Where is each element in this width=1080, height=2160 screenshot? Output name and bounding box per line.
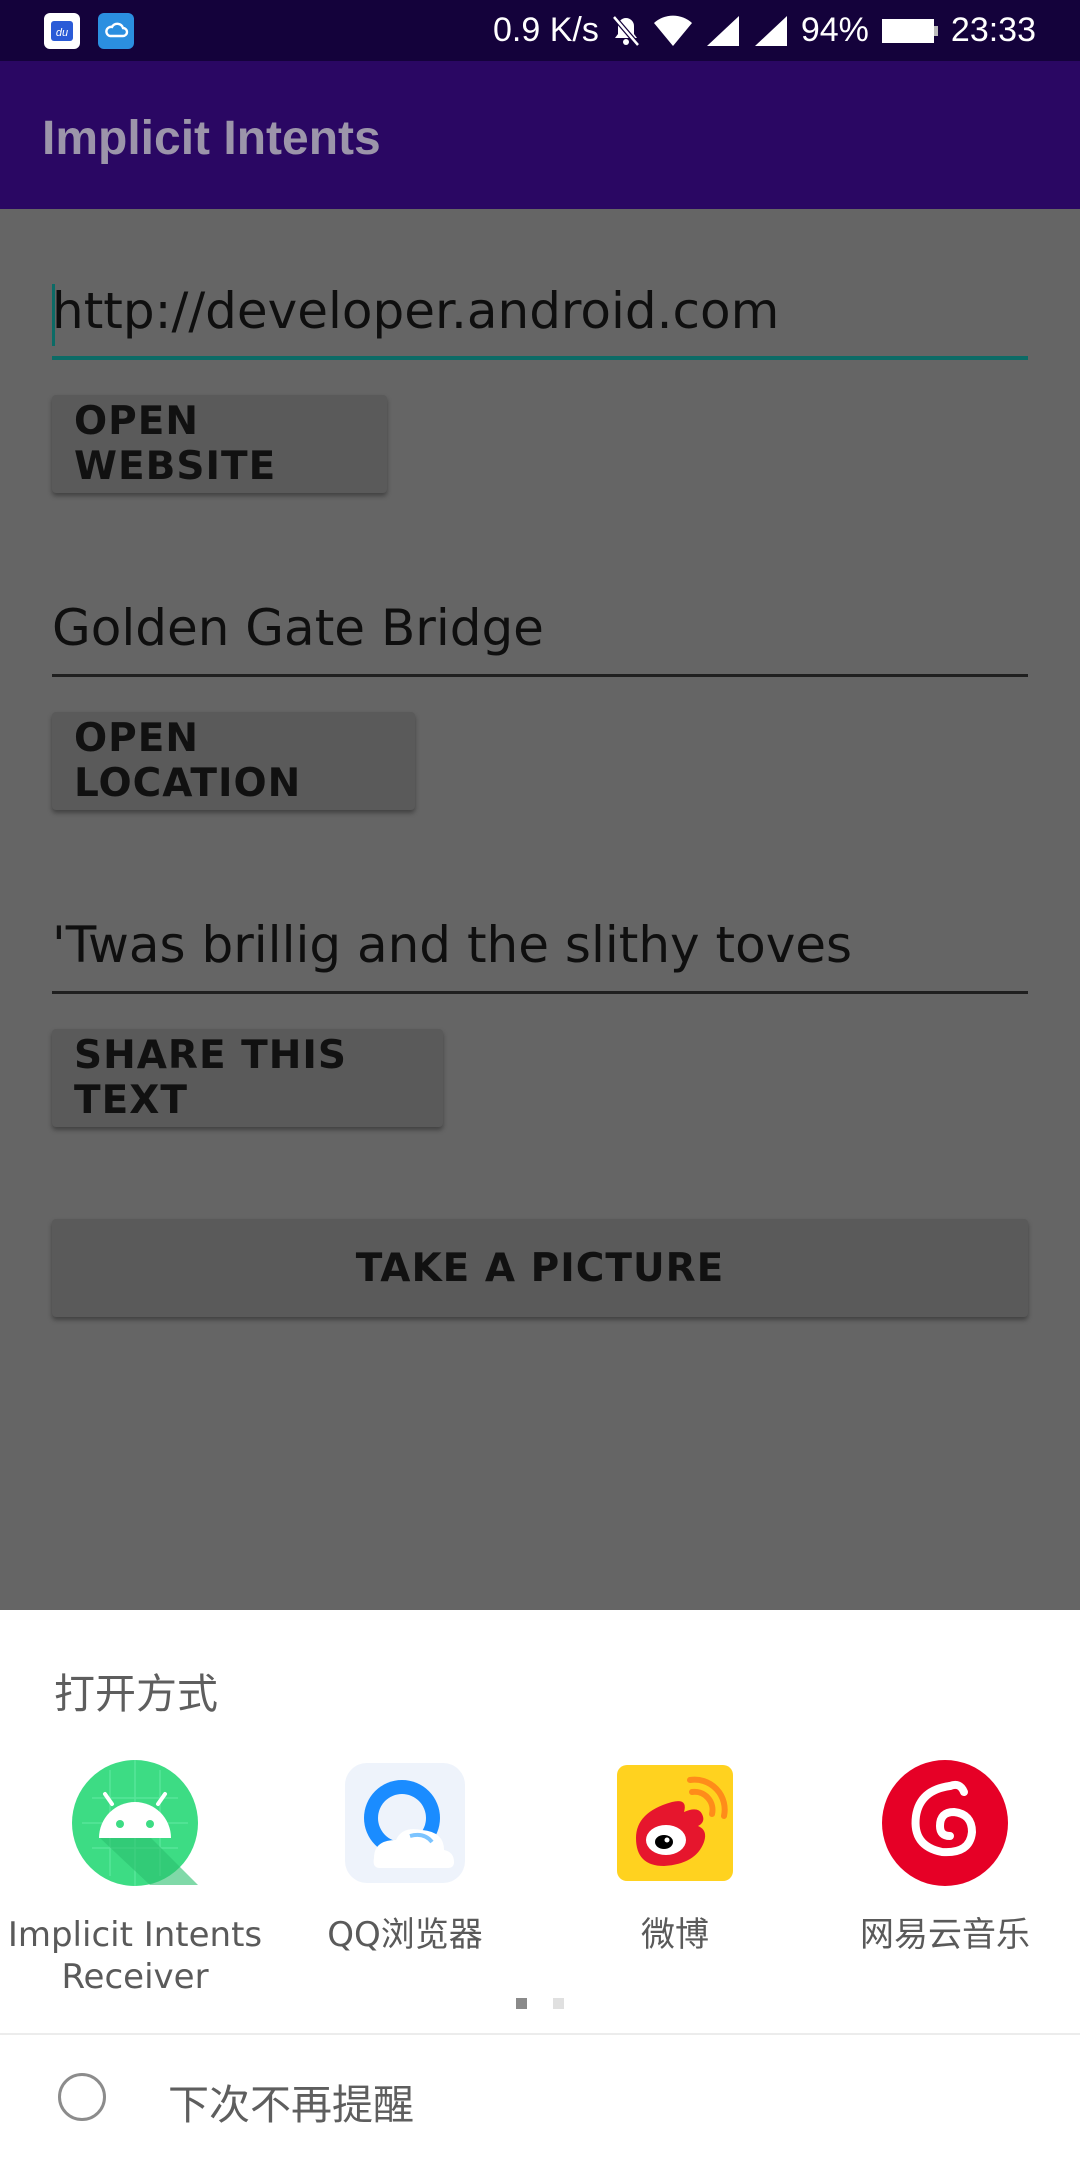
chooser-app-label: 微博 [641,1915,709,1955]
open-location-button[interactable]: OPEN LOCATION [52,712,415,810]
chooser-title: 打开方式 [54,1670,218,1718]
chooser-app-implicit-intents-receiver[interactable]: Implicit Intents Receiver [0,1758,270,1998]
open-website-button[interactable]: OPEN WEBSITE [52,395,387,493]
battery-icon [881,18,938,43]
chooser-app-qq-browser[interactable]: QQ浏览器 [270,1758,540,1956]
battery-level: 94% [800,11,869,49]
page-dot-active [516,1998,527,2009]
share-text-button[interactable]: SHARE THIS TEXT [52,1029,443,1127]
netease-music-icon [882,1760,1008,1886]
take-picture-button[interactable]: TAKE A PICTURE [52,1219,1028,1317]
website-input[interactable]: http://developer.android.com [52,270,1028,360]
network-speed: 0.9 K/s [493,11,599,49]
weibo-icon [617,1765,733,1881]
chooser-app-label: Implicit Intents Receiver [7,1915,263,1997]
mute-bell-icon [611,14,640,47]
signal-icon [754,15,787,46]
dont-remind-label: 下次不再提醒 [168,2081,414,2129]
status-bar: du 0.9 K/s 94% 23:33 [0,0,1080,61]
share-text-input[interactable]: 'Twas brillig and the slithy toves [52,904,1028,994]
svg-text:du: du [56,27,68,39]
qq-browser-icon [345,1763,465,1883]
app-title: Implicit Intents [42,112,381,165]
location-input[interactable]: Golden Gate Bridge [52,587,1028,677]
android-icon [72,1760,198,1886]
signal-icon [706,15,739,46]
page-indicator [0,1998,1080,2012]
app-bar: Implicit Intents [0,61,1080,209]
main-content: http://developer.android.com OPEN WEBSIT… [0,209,1080,1610]
dont-remind-row[interactable]: 下次不再提醒 [0,2035,1080,2160]
dont-remind-checkbox[interactable] [58,2073,106,2121]
clock: 23:33 [950,11,1036,49]
notification-app-icon: du [44,13,80,49]
app-grid: Implicit Intents Receiver QQ浏览器 微博 网易云音乐 [0,1758,1080,2038]
input-underline [52,991,1028,994]
chooser-app-netease-music[interactable]: 网易云音乐 [810,1758,1080,1956]
wifi-icon [653,15,692,46]
page-dot [553,1998,564,2009]
input-underline [52,356,1028,360]
chooser-app-label: QQ浏览器 [327,1915,483,1955]
website-input-value: http://developer.android.com [52,282,780,340]
input-underline [52,674,1028,677]
cloud-app-icon [98,13,134,49]
chooser-app-label: 网易云音乐 [860,1915,1030,1955]
location-input-value: Golden Gate Bridge [52,599,544,657]
app-chooser-sheet: 打开方式 Implicit Intents Receiver QQ浏览器 微博 … [0,1610,1080,2160]
share-text-input-value: 'Twas brillig and the slithy toves [52,916,853,974]
chooser-app-weibo[interactable]: 微博 [540,1758,810,1956]
